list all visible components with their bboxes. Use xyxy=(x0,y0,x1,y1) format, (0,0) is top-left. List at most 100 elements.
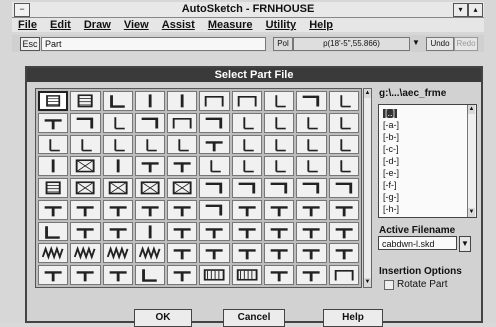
part-thumbnail[interactable] xyxy=(199,156,230,177)
part-thumbnail[interactable] xyxy=(231,91,263,111)
part-thumbnail[interactable] xyxy=(328,134,359,155)
part-thumbnail[interactable] xyxy=(296,156,327,177)
directory-item[interactable]: [-e-] xyxy=(383,169,399,178)
part-thumbnail[interactable] xyxy=(134,199,166,220)
part-thumbnail[interactable] xyxy=(70,221,101,242)
part-thumbnail[interactable] xyxy=(167,156,198,177)
rotate-part-checkbox[interactable] xyxy=(384,280,394,290)
part-thumbnail[interactable] xyxy=(70,243,101,264)
cancel-button[interactable]: Cancel xyxy=(223,309,285,327)
part-thumbnail[interactable] xyxy=(264,221,295,242)
menu-measure[interactable]: Measure xyxy=(208,18,253,32)
scroll-up-icon[interactable]: ▲ xyxy=(364,89,371,98)
menu-utility[interactable]: Utility xyxy=(266,18,297,32)
part-thumbnail[interactable] xyxy=(167,265,198,285)
part-thumbnail[interactable] xyxy=(70,91,101,111)
part-thumbnail[interactable] xyxy=(231,134,263,155)
polar-button[interactable]: Pol xyxy=(273,37,293,51)
menu-draw[interactable]: Draw xyxy=(84,18,111,32)
part-thumbnail[interactable] xyxy=(102,199,133,220)
redo-button[interactable]: Redo xyxy=(454,37,478,51)
part-thumbnail[interactable] xyxy=(328,156,359,177)
part-thumbnail[interactable] xyxy=(102,178,133,198)
part-thumbnail[interactable] xyxy=(102,265,133,285)
part-thumbnail[interactable] xyxy=(102,156,133,177)
part-thumbnail[interactable] xyxy=(328,178,359,198)
scroll-down-icon[interactable]: ▼ xyxy=(468,208,475,217)
part-thumbnail[interactable] xyxy=(296,243,327,264)
part-thumbnail[interactable] xyxy=(231,243,263,264)
menu-help[interactable]: Help xyxy=(309,18,333,32)
rotate-part-label[interactable]: Rotate Part xyxy=(397,279,448,290)
part-thumbnail[interactable] xyxy=(199,112,230,133)
part-thumbnail[interactable] xyxy=(328,243,359,264)
part-thumbnail[interactable] xyxy=(102,91,133,111)
part-thumbnail[interactable] xyxy=(102,112,133,133)
directory-item[interactable]: [..] xyxy=(383,109,398,118)
part-thumbnail[interactable] xyxy=(38,243,69,264)
filename-dropdown-icon[interactable]: ▼ xyxy=(459,236,471,252)
directory-item[interactable]: [-a-] xyxy=(383,121,399,130)
menu-edit[interactable]: Edit xyxy=(50,18,71,32)
part-thumbnail[interactable] xyxy=(296,112,327,133)
part-thumbnail[interactable] xyxy=(167,91,198,111)
menu-file[interactable]: File xyxy=(18,18,37,32)
help-button[interactable]: Help xyxy=(323,309,383,327)
part-thumbnail[interactable] xyxy=(134,91,166,111)
part-thumbnail[interactable] xyxy=(134,134,166,155)
part-thumbnail[interactable] xyxy=(38,134,69,155)
part-thumbnail[interactable] xyxy=(38,265,69,285)
part-thumbnail[interactable] xyxy=(167,178,198,198)
part-thumbnail[interactable] xyxy=(199,221,230,242)
part-thumbnail[interactable] xyxy=(264,156,295,177)
part-grid-scrollbar[interactable]: ▲ ▼ xyxy=(363,88,372,288)
directory-item[interactable]: [-b-] xyxy=(383,133,399,142)
part-thumbnail[interactable] xyxy=(296,265,327,285)
part-thumbnail[interactable] xyxy=(199,134,230,155)
part-thumbnail[interactable] xyxy=(199,199,230,220)
part-thumbnail[interactable] xyxy=(264,178,295,198)
part-thumbnail[interactable] xyxy=(134,265,166,285)
part-thumbnail[interactable] xyxy=(264,243,295,264)
part-thumbnail[interactable] xyxy=(167,199,198,220)
part-thumbnail[interactable] xyxy=(296,199,327,220)
part-thumbnail[interactable] xyxy=(199,178,230,198)
part-thumbnail[interactable] xyxy=(38,178,69,198)
title-bar[interactable]: − AutoSketch - FRNHOUSE ▾ ▴ xyxy=(12,2,484,18)
part-thumbnail[interactable] xyxy=(328,91,359,111)
part-thumbnail[interactable] xyxy=(296,178,327,198)
part-thumbnail[interactable] xyxy=(102,134,133,155)
command-prompt[interactable]: Part xyxy=(41,37,266,51)
part-thumbnail[interactable] xyxy=(134,156,166,177)
part-thumbnail[interactable] xyxy=(231,199,263,220)
directory-item[interactable]: [-g-] xyxy=(383,193,399,202)
part-thumbnail[interactable] xyxy=(231,178,263,198)
directory-item[interactable]: [-h-] xyxy=(383,205,399,214)
part-thumbnail[interactable] xyxy=(231,112,263,133)
part-thumbnail[interactable] xyxy=(134,112,166,133)
part-thumbnail[interactable] xyxy=(70,265,101,285)
active-filename-field[interactable]: cabdwn-l.skd xyxy=(378,236,457,250)
part-thumbnail[interactable] xyxy=(102,243,133,264)
minimize-button[interactable]: ▾ xyxy=(453,3,468,17)
part-thumbnail[interactable] xyxy=(264,91,295,111)
part-thumbnail[interactable] xyxy=(296,91,327,111)
part-thumbnail[interactable] xyxy=(264,112,295,133)
part-thumbnail[interactable] xyxy=(38,156,69,177)
part-thumbnail[interactable] xyxy=(167,243,198,264)
directory-scrollbar[interactable]: ▲ ▼ xyxy=(467,105,476,217)
undo-button[interactable]: Undo xyxy=(426,37,454,51)
part-thumbnail[interactable] xyxy=(264,199,295,220)
coordinate-dropdown-icon[interactable]: ▼ xyxy=(410,37,422,49)
escape-button[interactable]: Esc xyxy=(20,37,40,51)
directory-item[interactable]: [-c-] xyxy=(383,145,399,154)
part-thumbnail[interactable] xyxy=(296,221,327,242)
part-thumbnail[interactable] xyxy=(134,243,166,264)
scroll-up-icon[interactable]: ▲ xyxy=(468,105,475,114)
part-thumbnail[interactable] xyxy=(231,156,263,177)
part-thumbnail[interactable] xyxy=(38,199,69,220)
ok-button[interactable]: OK xyxy=(134,309,192,327)
part-thumbnail[interactable] xyxy=(70,134,101,155)
maximize-button[interactable]: ▴ xyxy=(468,3,483,17)
directory-list[interactable]: [..] [-a-] [-b-] [-c-] [-d-] [-e-] [-f-]… xyxy=(378,104,477,218)
